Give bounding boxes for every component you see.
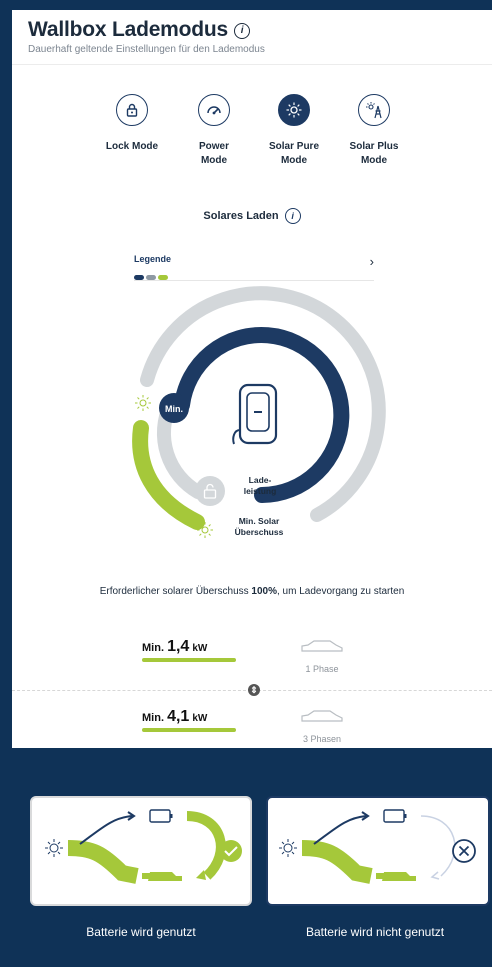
power-row-3phase: Min. 4,1 kW [142, 708, 262, 732]
flow-inactive [420, 815, 456, 877]
flow-green [67, 840, 139, 884]
car-icon [382, 872, 416, 881]
charging-gauge: Lade- leistung Min. Solar Überschuss Min… [132, 286, 386, 538]
min-label: Min. [142, 712, 164, 724]
power-bar [142, 658, 236, 662]
sun-icon [135, 395, 151, 411]
lademodus-panel: Wallbox Lademodus i Dauerhaft geltende Ei… [12, 10, 492, 748]
car-icon [301, 640, 343, 652]
flow-blue [79, 815, 133, 845]
battery-not-used-card[interactable] [266, 796, 490, 906]
power-value: 1,4 [167, 638, 190, 655]
surplus-value: 100% [251, 586, 277, 597]
gauge-lock-handle[interactable] [195, 476, 225, 506]
surplus-caption: Erforderlicher solarer Überschuss 100%, … [12, 586, 492, 597]
power-value: 4,1 [167, 708, 190, 725]
power-row-1phase: Min. 1,4 kW [142, 638, 262, 662]
flow-green [301, 840, 373, 884]
min-label: Min. [142, 642, 164, 654]
gauge-blue-arc [174, 327, 350, 503]
car-icon [301, 710, 343, 722]
wallbox-icon [232, 383, 278, 445]
flow-green-battery [186, 811, 226, 880]
check-icon [220, 840, 242, 862]
flow-blue [313, 815, 367, 845]
solar-label-line2: Überschuss [235, 527, 284, 537]
lade-label-line2: leistung [244, 486, 277, 496]
arrow-icon [430, 871, 440, 880]
sun-icon [45, 839, 63, 857]
min-badge-label: Min. [165, 404, 183, 414]
battery-used-diagram [45, 809, 242, 884]
battery-icon [383, 809, 407, 823]
car-icon [148, 872, 182, 881]
phase-label: 1 Phase [305, 664, 339, 674]
phase-switch-icon[interactable]: ⇕ [248, 684, 260, 696]
power-unit: kW [192, 713, 208, 724]
lade-label-line1: Lade- [249, 475, 272, 485]
battery-used-card[interactable] [30, 796, 252, 906]
phase-indicator-1: 1 Phase [287, 638, 357, 674]
battery-used-label: Batterie wird genutzt [86, 925, 196, 939]
solar-label-line1: Min. Solar [239, 516, 280, 526]
power-bar [142, 728, 236, 732]
power-unit: kW [192, 643, 208, 654]
battery-icon [149, 809, 173, 823]
surplus-caption-post: , um Ladevorgang zu starten [276, 586, 405, 597]
surplus-caption-pre: Erforderlicher solarer Überschuss [99, 586, 252, 597]
phase-indicator-3: 3 Phasen [287, 708, 357, 744]
battery-not-used-label: Batterie wird nicht genutzt [305, 925, 445, 939]
sun-icon [279, 839, 297, 857]
phase-label: 3 Phasen [302, 734, 342, 744]
battery-not-used-diagram [279, 809, 476, 884]
